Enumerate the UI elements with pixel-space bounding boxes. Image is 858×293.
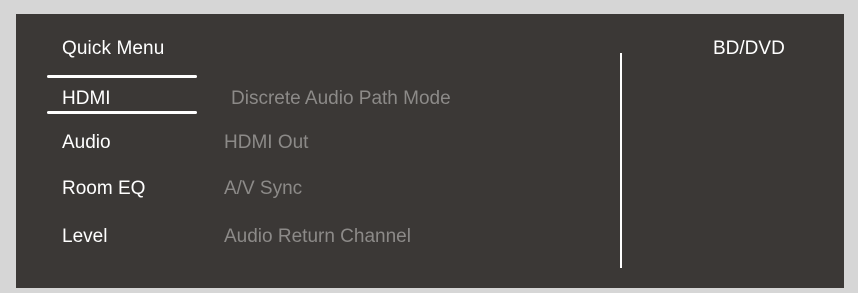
quick-menu-panel: Quick Menu BD/DVD HDMI Audio Room EQ Lev… [16, 14, 844, 288]
option-discrete-audio-path-mode[interactable]: Discrete Audio Path Mode [231, 88, 451, 110]
menu-title: Quick Menu [62, 38, 165, 59]
category-hdmi[interactable]: HDMI [62, 88, 111, 110]
option-audio-return-channel[interactable]: Audio Return Channel [224, 226, 411, 248]
category-audio[interactable]: Audio [62, 132, 111, 154]
selection-line-top [47, 75, 197, 78]
vertical-divider [620, 53, 622, 268]
selection-line-bottom [47, 111, 197, 114]
category-level[interactable]: Level [62, 226, 107, 248]
option-av-sync[interactable]: A/V Sync [224, 178, 302, 200]
option-hdmi-out[interactable]: HDMI Out [224, 132, 308, 154]
source-label: BD/DVD [713, 38, 785, 59]
category-room-eq[interactable]: Room EQ [62, 178, 145, 200]
